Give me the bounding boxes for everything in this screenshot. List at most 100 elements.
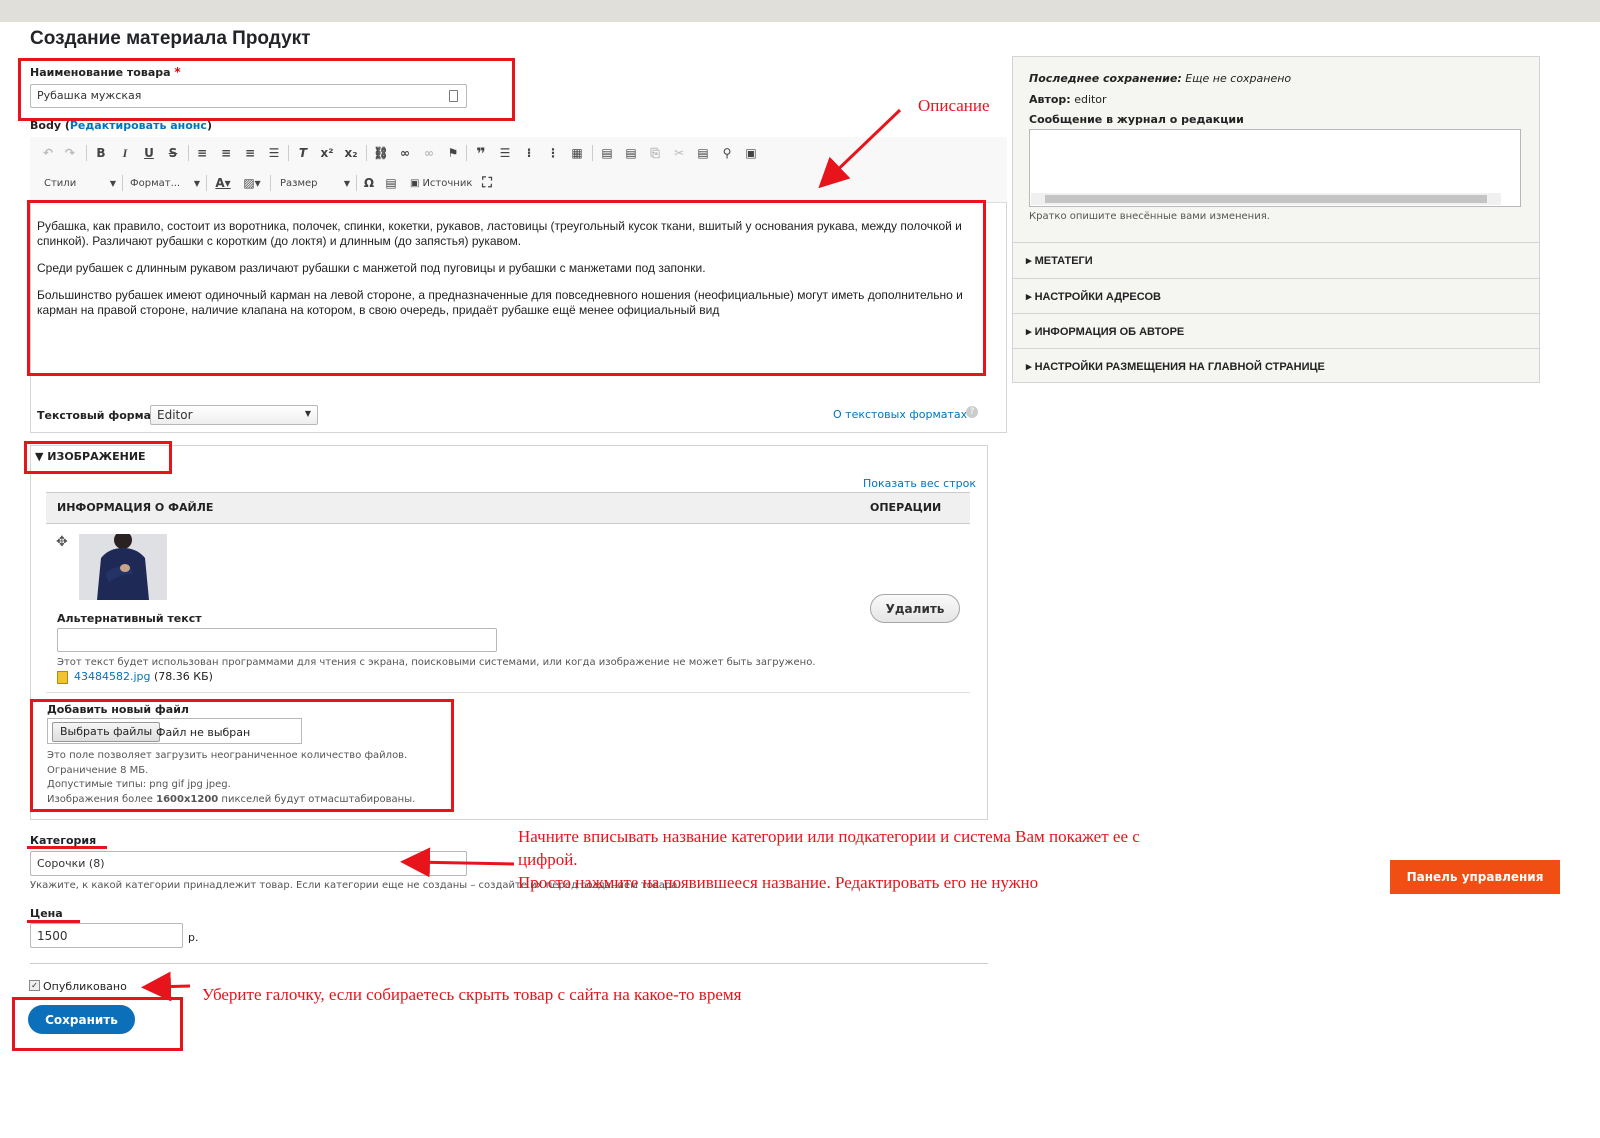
published-label: Опубликовано bbox=[43, 980, 127, 993]
text-formats-help-link[interactable]: О текстовых форматах bbox=[833, 408, 967, 421]
file-size: (78.36 КБ) bbox=[154, 670, 213, 683]
last-saved-label: Последнее сохранение: bbox=[1029, 72, 1182, 85]
text-format-select[interactable]: Editor ▼ bbox=[150, 405, 318, 425]
source-button[interactable]: ▣ Источник bbox=[410, 174, 474, 192]
align-justify-icon[interactable]: ☰ bbox=[267, 143, 281, 163]
sidebar-section-metatags[interactable]: ▸ МЕТАТЕГИ bbox=[1012, 242, 1540, 278]
source-icon: ▣ bbox=[410, 177, 420, 189]
format-combo[interactable]: Формат... ▼ bbox=[130, 174, 200, 192]
divider bbox=[30, 963, 988, 964]
image-icon[interactable]: ▣ bbox=[744, 143, 758, 163]
sidebar-section-promotion[interactable]: ▸ НАСТРОЙКИ РАЗМЕЩЕНИЯ НА ГЛАВНОЙ СТРАНИ… bbox=[1012, 348, 1540, 384]
remove-button[interactable]: Удалить bbox=[870, 594, 960, 623]
source-label: Источник bbox=[422, 177, 473, 189]
anchor-flag-icon[interactable]: ⚑ bbox=[446, 143, 460, 163]
expand-icon: ▸ bbox=[1026, 361, 1035, 373]
drag-handle-icon[interactable]: ✥ bbox=[56, 534, 68, 550]
alt-text-help: Этот текст будет использован программами… bbox=[57, 657, 816, 668]
scrollbar-thumb[interactable] bbox=[1045, 195, 1487, 203]
superscript-icon[interactable]: x² bbox=[320, 143, 334, 163]
styles-combo-label: Стили bbox=[44, 177, 77, 189]
text-color-icon[interactable]: A▾ bbox=[212, 173, 234, 193]
attach-icon[interactable]: ⚲ bbox=[720, 143, 734, 163]
sidebar-section-label: МЕТАТЕГИ bbox=[1034, 255, 1093, 267]
file-entry: 43484582.jpg (78.36 КБ) bbox=[57, 670, 213, 684]
price-currency: р. bbox=[188, 931, 199, 944]
bold-button[interactable]: B bbox=[94, 143, 108, 163]
published-checkbox[interactable]: ✓ bbox=[29, 980, 40, 991]
underline-button[interactable]: U bbox=[142, 143, 156, 163]
horizontal-rule-icon[interactable]: ☰ bbox=[498, 143, 512, 163]
author-info: Автор: editor bbox=[1029, 93, 1107, 106]
dropdown-caret-icon: ▼ bbox=[343, 178, 350, 188]
subscript-icon[interactable]: x₂ bbox=[344, 143, 358, 163]
admin-toolbar bbox=[0, 0, 1600, 22]
annotation-category-line-1: Начните вписывать название категории или… bbox=[518, 827, 1140, 846]
paste-text-icon[interactable]: ▤ bbox=[624, 143, 638, 163]
text-format-value: Editor bbox=[157, 408, 193, 422]
edit-summary-link[interactable]: Редактировать анонс bbox=[70, 119, 207, 132]
redo-icon[interactable]: ↷ bbox=[62, 143, 78, 163]
editor-toolbar: ↶ ↷ B I U S ≡ ≡ ≡ ☰ T x² x₂ ⛓ ∞ ∞ ⚑ ❞ ☰ … bbox=[30, 137, 1007, 203]
last-saved-value: Еще не сохранено bbox=[1185, 72, 1292, 85]
horizontal-scrollbar[interactable] bbox=[1031, 193, 1501, 205]
link-icon[interactable]: ⛓ bbox=[373, 143, 388, 163]
control-panel-button[interactable]: Панель управления bbox=[1390, 860, 1560, 894]
page-title: Создание материала Продукт bbox=[30, 28, 311, 49]
remove-format-icon[interactable]: T bbox=[296, 143, 310, 163]
category-value: Сорочки (8) bbox=[37, 857, 105, 870]
numbered-list-icon[interactable]: ⋮ bbox=[546, 143, 560, 163]
bulleted-list-icon[interactable]: ⁝ bbox=[522, 143, 536, 163]
price-value: 1500 bbox=[37, 929, 68, 943]
unlink-icon[interactable]: ∞ bbox=[398, 143, 412, 163]
body-label-text: Body bbox=[30, 119, 61, 132]
align-left-icon[interactable]: ≡ bbox=[195, 143, 209, 163]
highlight-add-file bbox=[30, 699, 454, 812]
show-row-weights-link[interactable]: Показать вес строк bbox=[863, 477, 976, 490]
author-label: Автор: bbox=[1029, 93, 1071, 106]
undo-icon[interactable]: ↶ bbox=[40, 143, 56, 163]
strikethrough-button[interactable]: S bbox=[166, 143, 180, 163]
sidebar-section-author-info[interactable]: ▸ ИНФОРМАЦИЯ ОБ АВТОРЕ bbox=[1012, 313, 1540, 349]
expand-icon: ▸ bbox=[1026, 255, 1035, 267]
uploaded-image-thumbnail bbox=[79, 534, 167, 600]
paste-icon[interactable]: ▤ bbox=[600, 143, 614, 163]
table-icon[interactable]: ▦ bbox=[570, 143, 584, 163]
align-right-icon[interactable]: ≡ bbox=[243, 143, 257, 163]
italic-button[interactable]: I bbox=[118, 143, 132, 163]
sidebar-section-url-settings[interactable]: ▸ НАСТРОЙКИ АДРЕСОВ bbox=[1012, 278, 1540, 314]
category-input[interactable]: Сорочки (8) bbox=[30, 851, 467, 876]
file-name-link[interactable]: 43484582.jpg bbox=[74, 670, 151, 683]
paste-word-icon[interactable]: ▤ bbox=[696, 143, 710, 163]
expand-icon: ▸ bbox=[1026, 291, 1035, 303]
price-input[interactable]: 1500 bbox=[30, 923, 183, 948]
annotation-category: Начните вписывать название категории или… bbox=[518, 825, 1140, 894]
unlink-disabled-icon[interactable]: ∞ bbox=[422, 143, 436, 163]
size-combo[interactable]: Размер ▼ bbox=[280, 174, 350, 192]
body-label: Body (Редактировать анонс) bbox=[30, 119, 212, 132]
background-color-icon[interactable]: ▨▾ bbox=[241, 173, 263, 193]
annotation-published: Уберите галочку, если собираетесь скрыть… bbox=[202, 985, 742, 1004]
paren-close: ) bbox=[206, 119, 212, 132]
highlight-product-name bbox=[18, 58, 515, 121]
expand-icon: ▸ bbox=[1026, 326, 1035, 338]
sidebar-section-label: НАСТРОЙКИ РАЗМЕЩЕНИЯ НА ГЛАВНОЙ СТРАНИЦЕ bbox=[1034, 361, 1325, 373]
template-icon[interactable]: ▤ bbox=[384, 173, 398, 193]
alt-text-input[interactable] bbox=[57, 628, 497, 652]
align-center-icon[interactable]: ≡ bbox=[219, 143, 233, 163]
copy-icon[interactable]: ⎘ bbox=[648, 143, 662, 163]
dropdown-caret-icon: ▼ bbox=[304, 409, 311, 418]
underline-category bbox=[27, 846, 107, 849]
maximize-icon[interactable]: ⛶ bbox=[480, 173, 494, 193]
divider bbox=[46, 692, 970, 693]
size-combo-label: Размер bbox=[280, 177, 318, 189]
dropdown-caret-icon: ▼ bbox=[109, 178, 116, 188]
arrow-published bbox=[141, 971, 191, 1002]
cut-icon[interactable]: ✂ bbox=[672, 143, 686, 163]
styles-combo[interactable]: Стили ▼ bbox=[44, 174, 116, 192]
special-char-icon[interactable]: Ω bbox=[362, 173, 376, 193]
blockquote-icon[interactable]: ❞ bbox=[474, 143, 488, 163]
help-icon[interactable]: ? bbox=[966, 406, 978, 418]
sidebar-section-label: ИНФОРМАЦИЯ ОБ АВТОРЕ bbox=[1034, 326, 1185, 338]
format-combo-label: Формат... bbox=[130, 177, 181, 189]
